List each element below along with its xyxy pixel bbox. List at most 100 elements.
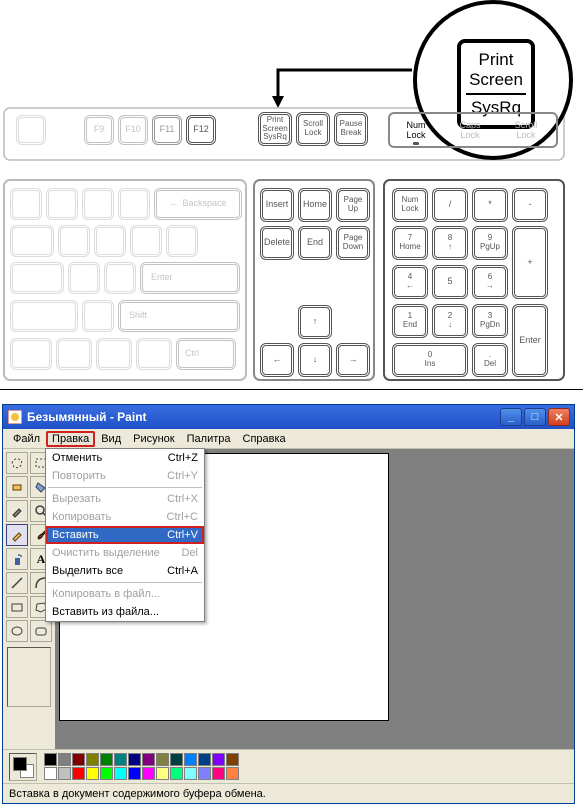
key-blank (96, 338, 132, 370)
tool-options[interactable] (7, 647, 51, 707)
key-num9: 9PgUp (472, 226, 508, 260)
key-numdiv: / (432, 188, 468, 222)
minimize-button[interactable]: _ (500, 408, 522, 426)
keyboard-diagram: Print Screen SysRq F9 F10 F11 F12 PrintS… (0, 0, 583, 390)
key-num6: 6→ (472, 265, 508, 299)
color-swatch[interactable] (58, 767, 71, 780)
color-swatch[interactable] (100, 767, 113, 780)
key-blank (118, 188, 150, 220)
menu-view[interactable]: Вид (95, 431, 127, 447)
key-blank (10, 338, 52, 370)
key-print-screen: PrintScreenSysRq (258, 112, 292, 146)
color-swatch[interactable] (198, 767, 211, 780)
color-swatch[interactable] (156, 767, 169, 780)
color-swatch[interactable] (184, 753, 197, 766)
color-swatch[interactable] (184, 767, 197, 780)
key-nummul: * (472, 188, 508, 222)
key-arrow-right: → (336, 343, 370, 377)
key-insert: Insert (260, 188, 294, 222)
color-swatch[interactable] (114, 767, 127, 780)
key-home: Home (298, 188, 332, 222)
key-numdot: .Del (472, 343, 508, 377)
tool-line[interactable] (6, 572, 28, 594)
color-palette (3, 749, 574, 783)
color-swatch[interactable] (114, 753, 127, 766)
color-swatch[interactable] (72, 753, 85, 766)
color-swatch[interactable] (226, 753, 239, 766)
callout-line1: Print (479, 50, 514, 70)
fg-bg-swatch[interactable] (9, 753, 37, 781)
color-swatch[interactable] (72, 767, 85, 780)
color-swatch[interactable] (198, 753, 211, 766)
color-swatch[interactable] (170, 753, 183, 766)
menu-item: КопироватьCtrl+C (46, 508, 204, 526)
key-blank (46, 188, 78, 220)
color-swatch[interactable] (86, 753, 99, 766)
menu-colors[interactable]: Палитра (181, 431, 237, 447)
close-button[interactable]: ✕ (548, 408, 570, 426)
window-title: Безымянный - Paint (27, 410, 147, 424)
menu-item[interactable]: ВставитьCtrl+V (46, 526, 204, 544)
key-blank (166, 225, 198, 257)
color-swatch[interactable] (44, 767, 57, 780)
color-swatch[interactable] (212, 767, 225, 780)
color-swatch[interactable] (86, 767, 99, 780)
menu-image[interactable]: Рисунок (127, 431, 181, 447)
color-swatch[interactable] (226, 767, 239, 780)
key-pgup: PageUp (336, 188, 370, 222)
color-swatch[interactable] (44, 753, 57, 766)
tool-spray[interactable] (6, 548, 28, 570)
key-delete: Delete (260, 226, 294, 260)
key-f9: F9 (84, 115, 114, 145)
color-swatch[interactable] (156, 753, 169, 766)
color-swatch[interactable] (58, 753, 71, 766)
tool-free-select[interactable] (6, 452, 28, 474)
tool-pencil[interactable] (6, 524, 28, 546)
menu-item: ВырезатьCtrl+X (46, 490, 204, 508)
tool-rect[interactable] (6, 596, 28, 618)
menu-help[interactable]: Справка (237, 431, 292, 447)
color-swatch[interactable] (128, 767, 141, 780)
menu-item[interactable]: Вставить из файла... (46, 603, 204, 621)
lock-panel: NumLock CapsLock ScrollLock (388, 112, 558, 148)
tool-picker[interactable] (6, 500, 28, 522)
key-backspace: ← Backspace (154, 188, 242, 220)
key-blank (10, 225, 54, 257)
color-swatch[interactable] (142, 767, 155, 780)
statusbar: Вставка в документ содержимого буфера об… (3, 783, 574, 803)
menu-edit[interactable]: Правка (46, 431, 95, 447)
color-swatch[interactable] (100, 753, 113, 766)
key-blank (94, 225, 126, 257)
color-swatch[interactable] (128, 753, 141, 766)
swatches (43, 753, 239, 781)
menubar: Файл Правка Вид Рисунок Палитра Справка (3, 429, 574, 449)
key-f12: F12 (186, 115, 216, 145)
color-swatch[interactable] (170, 767, 183, 780)
color-swatch[interactable] (212, 753, 225, 766)
color-swatch[interactable] (142, 753, 155, 766)
tool-ellipse[interactable] (6, 620, 28, 642)
menu-file[interactable]: Файл (7, 431, 46, 447)
key-arrow-up: ↑ (298, 305, 332, 339)
key-num1: 1End (392, 304, 428, 338)
tool-roundrect[interactable] (30, 620, 52, 642)
app-icon (7, 409, 23, 425)
key-num5: 5 (432, 265, 468, 299)
menu-item: Очистить выделениеDel (46, 544, 204, 562)
key-ctrl: Ctrl (176, 338, 236, 370)
maximize-button[interactable]: □ (524, 408, 546, 426)
key-num4: 4← (392, 265, 428, 299)
key-blank (68, 262, 100, 294)
key-blank (104, 262, 136, 294)
key-num3: 3PgDn (472, 304, 508, 338)
menu-item[interactable]: ОтменитьCtrl+Z (46, 449, 204, 467)
menu-item[interactable]: Выделить всеCtrl+A (46, 562, 204, 580)
key-blank (10, 188, 42, 220)
key-f11: F11 (152, 115, 182, 145)
key-shift: Shift (118, 300, 240, 332)
key-f10: F10 (118, 115, 148, 145)
tool-eraser[interactable] (6, 476, 28, 498)
key-num2: 2↓ (432, 304, 468, 338)
key-num7: 7Home (392, 226, 428, 260)
titlebar[interactable]: Безымянный - Paint _ □ ✕ (3, 405, 574, 429)
